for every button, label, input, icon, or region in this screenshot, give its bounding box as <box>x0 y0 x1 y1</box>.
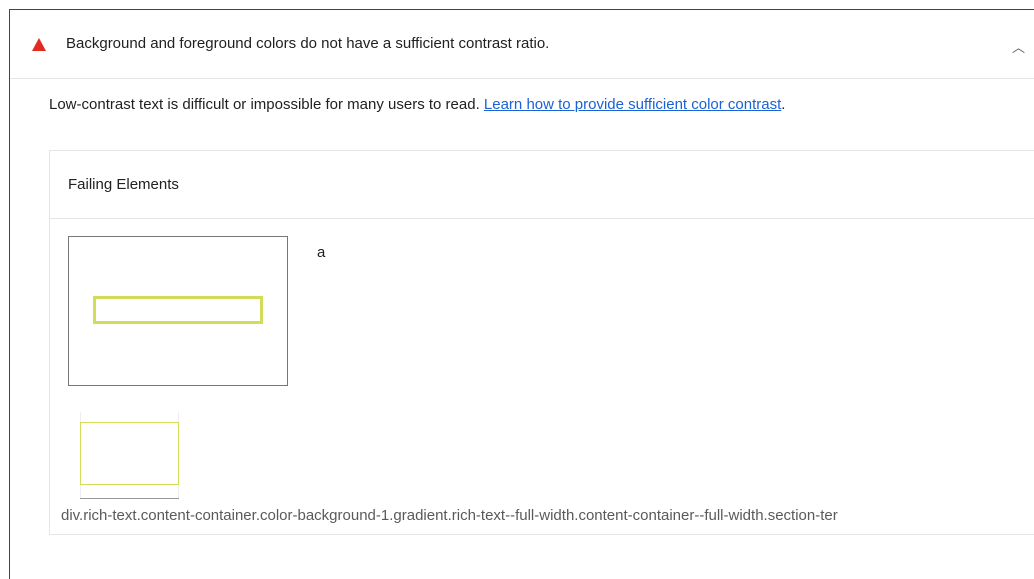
failing-elements-table: Failing Elements a div.rich-text.content… <box>49 150 1034 535</box>
thumbnail-baseline <box>80 498 179 499</box>
chevron-up-icon[interactable]: ︿ <box>1012 37 1025 56</box>
element-highlight-box <box>93 296 263 324</box>
description-text: Low-contrast text is difficult or imposs… <box>49 96 484 113</box>
learn-more-link[interactable]: Learn how to provide sufficient color co… <box>484 96 781 113</box>
audit-title: Background and foreground colors do not … <box>66 35 550 52</box>
description-suffix: . <box>781 96 786 113</box>
audit-description: Low-contrast text is difficult or imposs… <box>49 96 785 113</box>
element-selector: div.rich-text.content-container.color-ba… <box>61 507 838 524</box>
details-header: Failing Elements <box>50 151 1034 219</box>
element-snippet: a <box>317 244 326 261</box>
audit-header[interactable]: Background and foreground colors do not … <box>10 10 1034 79</box>
audit-panel: Background and foreground colors do not … <box>9 9 1034 579</box>
details-heading: Failing Elements <box>68 176 179 193</box>
thumbnail-highlight-box <box>80 422 179 485</box>
fail-triangle-icon <box>32 38 46 51</box>
element-thumbnail[interactable] <box>80 412 179 499</box>
element-screenshot[interactable] <box>68 236 288 386</box>
